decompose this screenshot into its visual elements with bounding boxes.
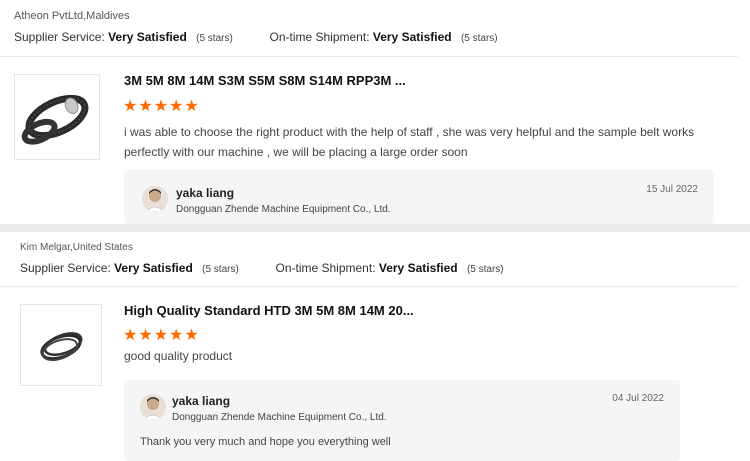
star-rating: ★★★★★ — [123, 327, 200, 344]
shipment-label: On-time Shipment: — [275, 261, 376, 275]
reply-date: 04 Jul 2022 — [612, 393, 664, 404]
supplier-reply: yaka liang Dongguan Zhende Machine Equip… — [124, 170, 714, 224]
shipment-stars: (5 stars) — [460, 33, 498, 44]
supplier-service-label: Supplier Service: — [20, 261, 111, 275]
customer-name: Atheon PvtLtd,Maldives — [14, 10, 130, 22]
review-text: i was able to choose the right product w… — [124, 125, 695, 159]
review-card: Atheon PvtLtd,Maldives Supplier Service:… — [0, 0, 738, 224]
divider — [0, 56, 738, 57]
rating-summary: Supplier Service: Very Satisfied (5 star… — [14, 30, 498, 44]
reply-message: Thank you very much and hope you everyth… — [140, 436, 391, 448]
reply-author: yaka liang — [176, 186, 235, 200]
rating-summary: Supplier Service: Very Satisfied (5 star… — [20, 261, 504, 275]
reply-date: 15 Jul 2022 — [646, 184, 698, 195]
supplier-service-label: Supplier Service: — [14, 30, 105, 44]
product-title-link[interactable]: 3M 5M 8M 14M S3M S5M S8M S14M RPP3M ... — [124, 73, 406, 88]
avatar-icon — [140, 394, 166, 420]
supplier-service-stars: (5 stars) — [202, 264, 239, 275]
review-card: Kim Melgar,United States Supplier Servic… — [0, 232, 738, 461]
reply-author: yaka liang — [172, 394, 231, 408]
product-thumbnail[interactable] — [14, 74, 100, 160]
shipment-label: On-time Shipment: — [269, 30, 370, 44]
reply-company: Dongguan Zhende Machine Equipment Co., L… — [176, 204, 391, 215]
divider — [0, 286, 738, 287]
supplier-service-stars: (5 stars) — [196, 33, 233, 44]
shipment-value: Very Satisfied — [372, 30, 452, 44]
star-rating: ★★★★★ — [123, 98, 200, 115]
shipment-stars: (5 stars) — [466, 264, 504, 275]
product-thumbnail[interactable] — [20, 304, 102, 386]
supplier-reply: yaka liang Dongguan Zhende Machine Equip… — [124, 380, 680, 461]
customer-name: Kim Melgar,United States — [20, 242, 133, 253]
avatar-icon — [142, 186, 168, 212]
shipment-value: Very Satisfied — [378, 261, 458, 275]
supplier-service-value: Very Satisfied — [114, 261, 193, 275]
belt-product-image — [40, 332, 83, 362]
section-separator — [0, 224, 750, 232]
reply-company: Dongguan Zhende Machine Equipment Co., L… — [172, 412, 387, 423]
supplier-service-value: Very Satisfied — [108, 30, 187, 44]
product-title-link[interactable]: High Quality Standard HTD 3M 5M 8M 14M 2… — [124, 303, 414, 318]
timing-belt-product-image — [21, 94, 89, 145]
review-text: good quality product — [124, 349, 233, 363]
